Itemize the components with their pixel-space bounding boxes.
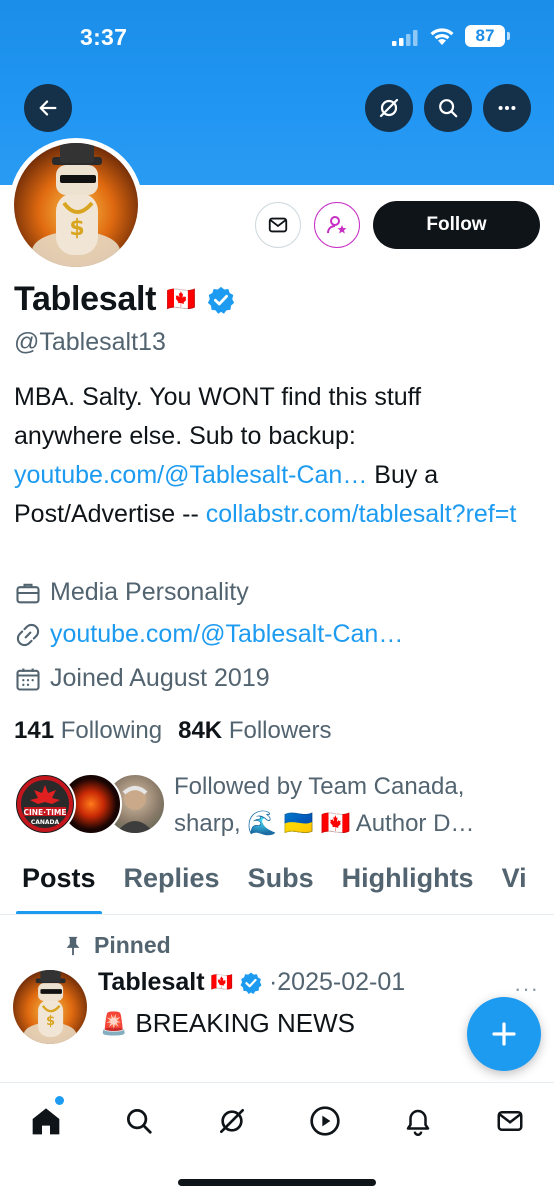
category-text: Media Personality [50,578,249,606]
flag-emoji: 🇨🇦 [210,972,233,992]
grok-icon [379,98,399,118]
briefcase-icon [16,583,40,603]
tab-replies[interactable]: Replies [110,855,234,914]
followed-by-line: sharp, 🌊 🇺🇦 🇨🇦 Author D… [174,810,475,837]
avatar-image: $ [14,143,138,267]
message-button[interactable] [255,202,301,248]
post-header: Tablesalt 🇨🇦 ·2025-02-01 [98,968,405,997]
search-icon [439,99,458,118]
followers-label: Followers [228,717,332,744]
post-author-avatar[interactable]: $ [13,970,87,1044]
post-more-button[interactable]: ··· [514,976,539,1002]
home-indicator [178,1179,376,1186]
subscribe-icon [327,216,347,234]
wifi-icon [430,28,454,45]
plus-icon [492,1022,516,1046]
profile-avatar[interactable]: $ [9,138,143,272]
home-icon [32,1108,60,1135]
profile-category: Media Personality [14,578,249,607]
search-icon [127,1109,152,1134]
followed-by-avatars[interactable]: CINE·TIME CANADA [14,773,166,837]
pinned-label: Pinned [94,932,171,958]
bell-icon [406,1109,430,1136]
tab-subs[interactable]: Subs [234,855,328,914]
profile-bio: MBA. Salty. You WONT find this stuff any… [14,378,534,534]
tab-label: Posts [22,863,96,893]
post-date: ·2025-02-01 [268,968,406,996]
siren-emoji: 🚨 [100,1010,128,1036]
tab-label: Subs [247,863,314,893]
pinned-indicator: Pinned [62,932,171,959]
search-button[interactable] [424,84,472,132]
verified-icon [240,972,262,994]
notification-dot [55,1096,64,1105]
post-body: BREAKING NEWS [135,1008,355,1038]
bio-text: MBA. Salty. You WONT find this stuff any… [14,383,422,450]
bio-collabstr-link[interactable]: collabstr.com/​tablesalt?ref=t [206,500,517,528]
svg-text:CANADA: CANADA [31,819,60,826]
profile-name-row: Tablesalt 🇨🇦 [14,280,236,319]
tab-highlights[interactable]: Highlights [328,855,488,914]
followers-link[interactable]: 84K Followers [178,717,331,745]
mail-icon [268,217,288,233]
profile-tabs: Posts Replies Subs Highlights Vi [0,855,554,915]
follow-button[interactable]: Follow [373,201,540,249]
more-button[interactable] [483,84,531,132]
flag-emoji: 🇨🇦 [166,286,197,313]
svg-text:$: $ [46,1014,55,1029]
following-link[interactable]: 141 Following [14,717,162,745]
tab-label: Highlights [341,863,474,893]
avatar: CINE·TIME CANADA [14,773,76,835]
post-text: 🚨 BREAKING NEWS [100,1008,355,1039]
grok-button[interactable] [365,84,413,132]
nav-messages[interactable] [492,1103,528,1139]
tab-label: Vi [501,863,527,893]
profile-website: youtube.com/@Tablesalt-Can… [14,620,403,649]
status-bar: 3:37 87 [0,0,554,74]
tab-posts[interactable]: Posts [0,855,110,914]
pin-icon [66,936,80,955]
followed-by-line: Followed by Team Canada, [174,773,465,800]
back-arrow-icon [39,100,57,116]
subscribe-button[interactable] [314,202,360,248]
following-count: 141 [14,717,55,744]
nav-home[interactable] [28,1103,64,1139]
link-icon [16,623,40,646]
followed-by-text[interactable]: Followed by Team Canada, sharp, 🌊 🇺🇦 🇨🇦 … [174,768,534,842]
tab-label: Replies [123,863,220,893]
active-tab-indicator [16,911,102,914]
bio-youtube-link[interactable]: youtube.com/@Tablesalt-Can… [14,461,367,489]
more-icon [498,105,516,111]
nav-grok[interactable] [214,1103,250,1139]
mail-icon [497,1111,523,1131]
nav-search[interactable] [121,1103,157,1139]
play-icon [310,1106,340,1136]
grok-icon [220,1109,244,1133]
nav-notifications[interactable] [400,1103,436,1139]
tab-videos[interactable]: Vi [488,855,541,914]
status-time: 3:37 [80,24,128,50]
verified-icon[interactable] [206,285,236,315]
calendar-icon [16,668,40,691]
compose-button[interactable] [467,997,541,1071]
website-link[interactable]: youtube.com/@Tablesalt-Can… [50,620,403,649]
profile-handle: @Tablesalt13 [14,328,166,356]
svg-text:$: $ [69,216,84,241]
back-button[interactable] [24,84,72,132]
svg-text:CINE·TIME: CINE·TIME [23,808,66,817]
joined-text: Joined August 2019 [50,664,270,692]
signal-icon [392,30,418,46]
followers-count: 84K [178,717,223,744]
follow-counts: 141 Following 84K Followers [14,717,332,745]
post-author-name[interactable]: Tablesalt [98,968,205,997]
profile-joined: Joined August 2019 [14,664,270,693]
battery-indicator: 87 [465,25,510,47]
following-label: Following [60,717,163,744]
display-name: Tablesalt [14,280,157,318]
nav-video[interactable] [307,1103,343,1139]
